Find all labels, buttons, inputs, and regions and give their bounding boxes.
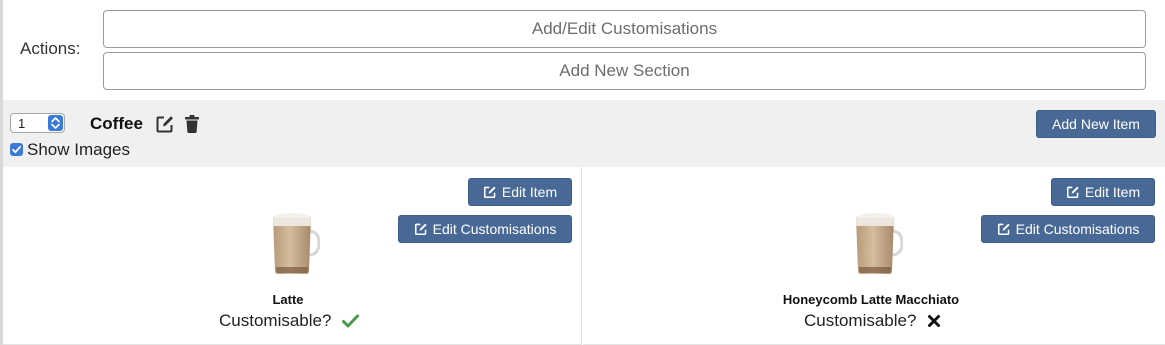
edit-customisations-button[interactable]: Edit Customisations <box>981 215 1155 243</box>
customisable-label: Customisable? <box>219 311 332 330</box>
edit-customisations-label: Edit Customisations <box>1015 221 1140 237</box>
cross-icon <box>927 313 941 333</box>
edit-customisations-button[interactable]: Edit Customisations <box>398 215 572 243</box>
edit-icon <box>483 181 497 207</box>
edit-item-button[interactable]: Edit Item <box>468 178 572 206</box>
customisable-label: Customisable? <box>804 311 917 330</box>
add-new-item-button[interactable]: Add New Item <box>1036 110 1156 138</box>
item-name: Latte <box>272 292 304 307</box>
latte-macchiato-glass-image <box>851 211 904 275</box>
latte-glass-image <box>268 211 321 275</box>
item-card: Edit Item Edit Customisations <box>583 167 1165 345</box>
edit-icon <box>414 218 428 244</box>
add-new-section-button[interactable]: Add New Section <box>103 52 1146 90</box>
edit-icon <box>1066 181 1080 207</box>
section-order-value: 1 <box>18 116 26 131</box>
edit-customisations-label: Edit Customisations <box>432 221 557 237</box>
section-title: Coffee <box>90 114 143 133</box>
show-images-label: Show Images <box>27 140 130 159</box>
trash-icon[interactable] <box>184 114 200 134</box>
edit-item-label: Edit Item <box>501 184 558 200</box>
edit-icon <box>997 218 1011 244</box>
actions-panel: Actions: Add/Edit Customisations Add New… <box>0 0 1165 100</box>
show-images-checkbox[interactable] <box>10 143 23 156</box>
actions-label: Actions: <box>20 39 81 58</box>
customisable-row: Customisable? <box>804 311 941 333</box>
section-header: 1 Coffee Show Images Add New Item <box>3 100 1165 167</box>
item-name: Honeycomb Latte Macchiato <box>782 292 960 307</box>
section-order-stepper[interactable]: 1 <box>10 113 65 133</box>
items-grid: Edit Item Edit Customisations Latte Cust… <box>3 167 1165 345</box>
stepper-arrows-icon[interactable] <box>48 115 63 131</box>
add-edit-customisations-button[interactable]: Add/Edit Customisations <box>103 10 1146 48</box>
edit-item-label: Edit Item <box>1084 184 1141 200</box>
check-icon <box>342 313 360 333</box>
edit-item-button[interactable]: Edit Item <box>1051 178 1155 206</box>
customisable-row: Customisable? <box>219 311 360 333</box>
item-card: Edit Item Edit Customisations <box>3 167 582 345</box>
edit-icon[interactable] <box>155 114 175 134</box>
